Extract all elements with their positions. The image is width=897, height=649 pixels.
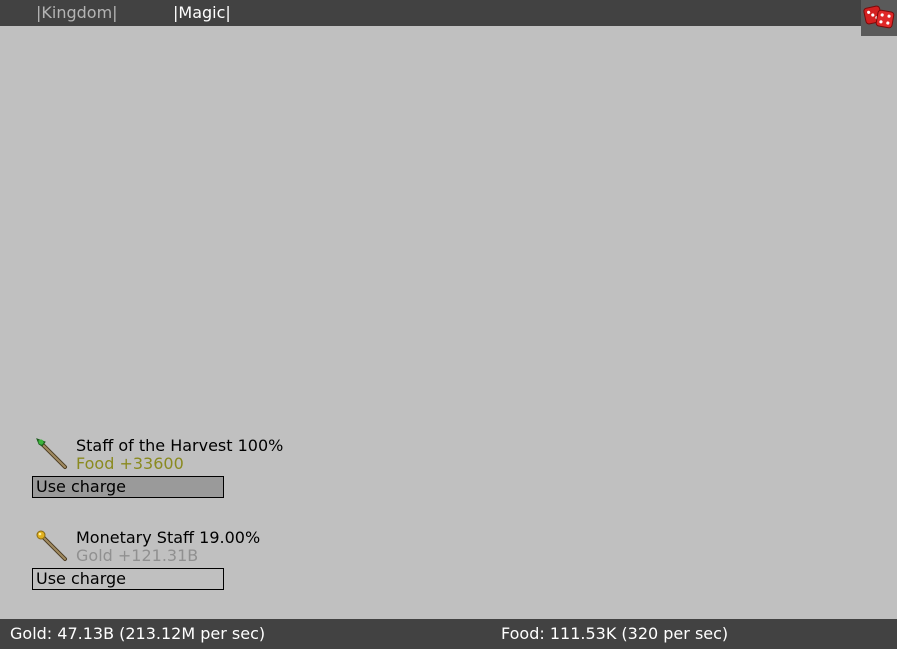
dice-button[interactable] xyxy=(861,0,897,36)
use-charge-button[interactable]: Use charge xyxy=(32,568,224,590)
dice-icon xyxy=(863,5,895,29)
tab-magic[interactable]: |Magic| xyxy=(173,3,231,23)
staff-effect: Food +33600 xyxy=(76,454,184,473)
status-bar: Gold: 47.13B (213.12M per sec) Food: 111… xyxy=(0,619,897,649)
tab-kingdom[interactable]: |Kingdom| xyxy=(36,3,118,23)
monetary-staff-icon xyxy=(36,530,67,561)
top-tab-bar: |Kingdom| |Magic| xyxy=(0,0,897,36)
staff-name: Staff of the Harvest 100% xyxy=(76,436,284,455)
use-charge-button[interactable]: Use charge xyxy=(32,476,224,498)
staff-name: Monetary Staff 19.00% xyxy=(76,528,261,547)
gold-status: Gold: 47.13B (213.12M per sec) xyxy=(10,624,266,643)
harvest-staff-icon xyxy=(36,438,67,469)
food-status: Food: 111.53K (320 per sec) xyxy=(501,624,729,643)
staff-of-the-harvest: Staff of the Harvest 100% Food +33600 Us… xyxy=(32,436,332,516)
staff-effect: Gold +121.31B xyxy=(76,546,199,565)
monetary-staff: Monetary Staff 19.00% Gold +121.31B Use … xyxy=(32,528,332,608)
